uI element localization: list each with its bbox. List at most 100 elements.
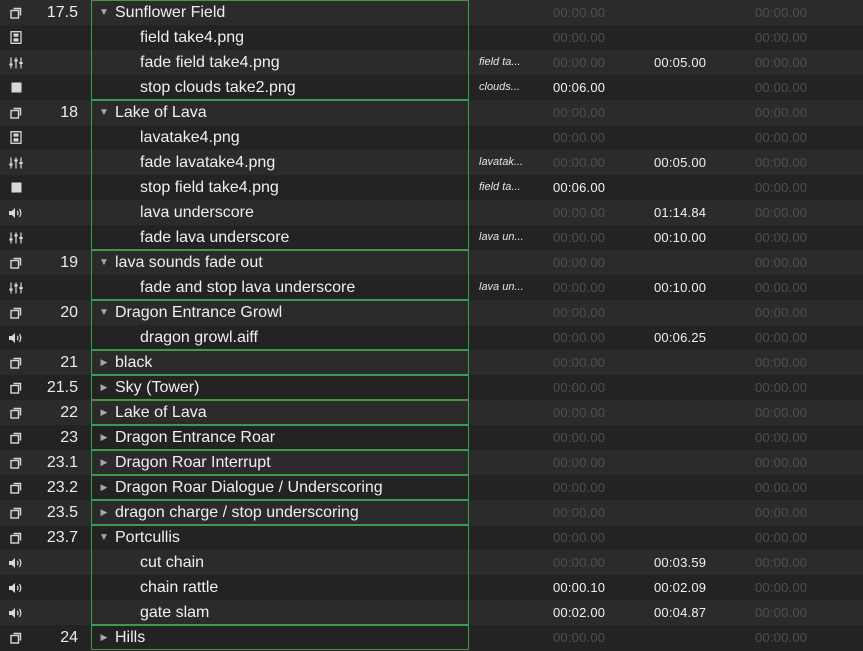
group-icon (6, 350, 26, 375)
group-cue-row[interactable]: 17.5 ▼ Sunflower Field 00:00.00 00:00.00 (0, 0, 863, 25)
pre-wait-time: 00:00.00 (553, 455, 606, 470)
disclosure-collapsed-icon[interactable]: ▶ (98, 425, 110, 450)
group-cue-row[interactable]: 19 ▼ lava sounds fade out 00:00.00 00:00.00 (0, 250, 863, 275)
cue-row[interactable]: fade and stop lava underscore lava un... 0… (0, 275, 863, 300)
post-wait-time: 00:00.00 (755, 5, 808, 20)
disclosure-expanded-icon[interactable]: ▼ (98, 300, 110, 325)
pre-wait-time: 00:00.00 (553, 230, 606, 245)
post-wait-time: 00:00.00 (755, 80, 808, 95)
speaker-icon (6, 575, 26, 600)
disclosure-expanded-icon[interactable]: ▼ (98, 250, 110, 275)
post-wait-time: 00:00.00 (755, 355, 808, 370)
cue-name: Lake of Lava (115, 404, 207, 421)
video-icon (6, 25, 26, 50)
group-cue-row[interactable]: 23.7 ▼ Portcullis 00:00.00 00:00.00 (0, 525, 863, 550)
cue-name: gate slam (140, 604, 210, 621)
group-icon (6, 525, 26, 550)
cue-row[interactable]: lavatake4.png 00:00.00 00:00.00 (0, 125, 863, 150)
post-wait-time: 00:00.00 (755, 180, 808, 195)
cue-name: dragon growl.aiff (140, 329, 258, 346)
post-wait-time: 00:00.00 (755, 430, 808, 445)
cue-name: fade field take4.png (140, 54, 280, 71)
cue-name: dragon charge / stop underscoring (115, 504, 359, 521)
cue-name: Sky (Tower) (115, 379, 200, 396)
cue-row[interactable]: fade lava underscore lava un... 00:00.00 00… (0, 225, 863, 250)
cue-number: 23.5 (46, 504, 78, 521)
cue-row[interactable]: field take4.png 00:00.00 00:00.00 (0, 25, 863, 50)
cue-number (30, 275, 78, 300)
group-cue-row[interactable]: 23 ▶ Dragon Entrance Roar 00:00.00 00:00.00 (0, 425, 863, 450)
group-icon (6, 450, 26, 475)
cue-name: chain rattle (140, 579, 219, 596)
video-icon (6, 125, 26, 150)
cue-number (30, 50, 78, 75)
group-icon (6, 625, 26, 650)
cue-name: Portcullis (115, 529, 180, 546)
group-cue-row[interactable]: 23.2 ▶ Dragon Roar Dialogue / Underscoring… (0, 475, 863, 500)
cue-row[interactable]: stop field take4.png field ta... 00:06.00 0… (0, 175, 863, 200)
cue-number (30, 75, 78, 100)
cue-row[interactable]: chain rattle 00:00.10 00:02.09 00:00.00 (0, 575, 863, 600)
stop-icon (6, 175, 26, 200)
post-wait-time: 00:00.00 (755, 30, 808, 45)
cue-row[interactable]: dragon growl.aiff 00:00.00 00:06.25 00:00.0… (0, 325, 863, 350)
cue-row[interactable]: gate slam 00:02.00 00:04.87 00:00.00 (0, 600, 863, 625)
disclosure-expanded-icon[interactable]: ▼ (98, 525, 110, 550)
group-cue-row[interactable]: 22 ▶ Lake of Lava 00:00.00 00:00.00 (0, 400, 863, 425)
cue-list: 17.5 ▼ Sunflower Field 00:00.00 00:00.00 fiel… (0, 0, 863, 651)
cue-number: 23.2 (46, 479, 78, 496)
cue-number (30, 150, 78, 175)
disclosure-collapsed-icon[interactable]: ▶ (98, 375, 110, 400)
cue-row[interactable]: lava underscore 00:00.00 01:14.84 00:00.00 (0, 200, 863, 225)
cue-row[interactable]: fade field take4.png field ta... 00:00.00 0… (0, 50, 863, 75)
cue-name: Lake of Lava (115, 104, 207, 121)
pre-wait-time: 00:00.00 (553, 205, 606, 220)
post-wait-time: 00:00.00 (755, 580, 808, 595)
speaker-icon (6, 600, 26, 625)
cue-name: stop clouds take2.png (140, 79, 296, 96)
disclosure-expanded-icon[interactable]: ▼ (98, 100, 110, 125)
group-cue-row[interactable]: 21.5 ▶ Sky (Tower) 00:00.00 00:00.00 (0, 375, 863, 400)
fade-icon (6, 275, 26, 300)
group-cue-row[interactable]: 24 ▶ Hills 00:00.00 00:00.00 (0, 625, 863, 650)
cue-row[interactable]: stop clouds take2.png clouds... 00:06.00 00… (0, 75, 863, 100)
disclosure-collapsed-icon[interactable]: ▶ (98, 475, 110, 500)
pre-wait-time: 00:00.00 (553, 5, 606, 20)
pre-wait-time: 00:00.00 (553, 380, 606, 395)
group-cue-row[interactable]: 21 ▶ black 00:00.00 00:00.00 (0, 350, 863, 375)
group-icon (6, 475, 26, 500)
disclosure-expanded-icon[interactable]: ▼ (98, 0, 110, 25)
cue-row[interactable]: cut chain 00:00.00 00:03.59 00:00.00 (0, 550, 863, 575)
cue-row[interactable]: fade lavatake4.png lavatak... 00:00.00 00:0… (0, 150, 863, 175)
post-wait-time: 00:00.00 (755, 455, 808, 470)
cue-number: 21.5 (46, 379, 78, 396)
cue-name: Hills (115, 629, 146, 646)
post-wait-time: 00:00.00 (755, 480, 808, 495)
cue-name: fade and stop lava underscore (140, 279, 356, 296)
post-wait-time: 00:00.00 (755, 130, 808, 145)
disclosure-collapsed-icon[interactable]: ▶ (98, 350, 110, 375)
cue-number (30, 575, 78, 600)
cue-number (30, 600, 78, 625)
pre-wait-time: 00:00.00 (553, 130, 606, 145)
disclosure-collapsed-icon[interactable]: ▶ (98, 400, 110, 425)
disclosure-collapsed-icon[interactable]: ▶ (98, 450, 110, 475)
disclosure-collapsed-icon[interactable]: ▶ (98, 500, 110, 525)
cue-number (30, 225, 78, 250)
group-cue-row[interactable]: 23.5 ▶ dragon charge / stop underscoring 00… (0, 500, 863, 525)
disclosure-collapsed-icon[interactable]: ▶ (98, 625, 110, 650)
action-time: 01:14.84 (654, 205, 707, 220)
pre-wait-time: 00:00.00 (553, 430, 606, 445)
post-wait-time: 00:00.00 (755, 255, 808, 270)
post-wait-time: 00:00.00 (755, 55, 808, 70)
pre-wait-time: 00:00.00 (553, 305, 606, 320)
speaker-icon (6, 550, 26, 575)
pre-wait-time: 00:00.00 (553, 505, 606, 520)
group-cue-row[interactable]: 23.1 ▶ Dragon Roar Interrupt 00:00.00 00:00.… (0, 450, 863, 475)
group-icon (6, 400, 26, 425)
pre-wait-time: 00:00.00 (553, 105, 606, 120)
group-cue-row[interactable]: 18 ▼ Lake of Lava 00:00.00 00:00.00 (0, 100, 863, 125)
pre-wait-time: 00:00.00 (553, 280, 606, 295)
group-cue-row[interactable]: 20 ▼ Dragon Entrance Growl 00:00.00 00:00.00 (0, 300, 863, 325)
group-icon (6, 300, 26, 325)
